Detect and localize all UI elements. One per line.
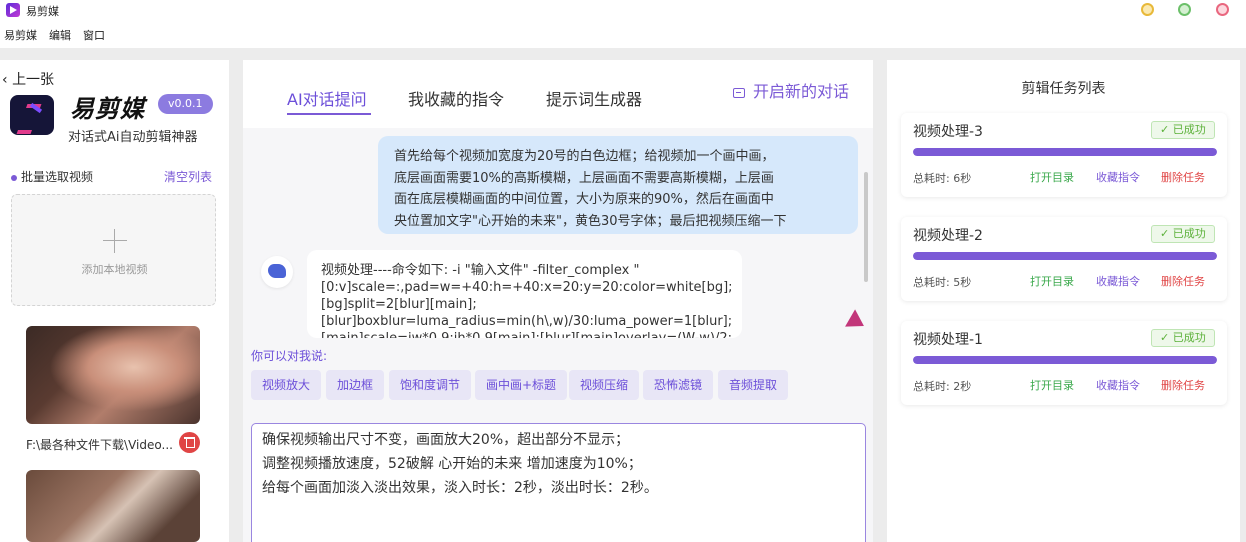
suggestion-chip[interactable]: 视频放大 xyxy=(251,370,322,400)
minimize-button[interactable] xyxy=(1141,3,1154,16)
back-button[interactable]: ‹ 上一张 xyxy=(2,69,54,89)
prompt-input[interactable] xyxy=(251,423,866,542)
delete-task-button[interactable]: 删除任务 xyxy=(1161,169,1205,185)
suggestions-label: 你可以对我说: xyxy=(251,349,328,363)
open-folder-button[interactable]: 打开目录 xyxy=(1030,169,1074,185)
chat-scrollbar[interactable] xyxy=(864,172,868,282)
clear-list-link[interactable]: 清空列表 xyxy=(164,168,212,185)
chat-icon xyxy=(733,87,745,98)
task-name: 视频处理-2 xyxy=(913,228,983,244)
suggestion-chip[interactable]: 音频提取 xyxy=(718,370,789,400)
suggestion-chip[interactable]: 恐怖滤镜 xyxy=(643,370,714,400)
suggestion-chip[interactable]: 视频压缩 xyxy=(569,370,640,400)
task-name: 视频处理-3 xyxy=(913,124,983,140)
bot-message: 视频处理----命令如下: -i "输入文件" -filter_complex … xyxy=(307,250,742,338)
message-line: [bg]split=2[blur][main]; xyxy=(321,297,477,312)
brand-name: 易剪媒 xyxy=(70,95,145,123)
task-progress-fill xyxy=(913,148,1217,156)
video-thumbnail[interactable] xyxy=(26,470,200,542)
status-badge: ✓ 已成功 xyxy=(1151,225,1215,243)
message-line: 面在底层模糊画面的中间位置，大小为原来的90%，然后在画面中 xyxy=(394,192,774,207)
tab-prompt-generator[interactable]: 提示词生成器 xyxy=(546,86,642,110)
message-line: 首先给每个视频加宽度为20号的白色边框；给视频加一个画中画， xyxy=(394,149,775,164)
menu-window[interactable]: 窗口 xyxy=(83,27,105,43)
status-text: 已成功 xyxy=(1172,331,1206,344)
favorite-command-button[interactable]: 收藏指令 xyxy=(1096,169,1140,185)
version-badge: v0.0.1 xyxy=(158,94,213,114)
favorite-command-button[interactable]: 收藏指令 xyxy=(1096,377,1140,393)
status-badge: ✓ 已成功 xyxy=(1151,329,1215,347)
app-logo-icon xyxy=(6,3,20,17)
batch-select-text: 批量选取视频 xyxy=(21,170,94,184)
task-progress-bar xyxy=(913,356,1217,364)
back-label: 上一张 xyxy=(12,72,55,88)
message-line: [blur]boxblur=luma_radius=min(h\,w)/30:l… xyxy=(321,314,733,329)
task-name: 视频处理-1 xyxy=(913,332,983,348)
menu-edit[interactable]: 编辑 xyxy=(49,27,71,43)
task-card: 视频处理-2 ✓ 已成功 总耗时: 5秒 打开目录 收藏指令 删除任务 xyxy=(901,217,1227,301)
brand-logo xyxy=(10,95,54,135)
video-file-path: F:\最各种文件下载\Video... xyxy=(26,438,173,452)
tab-favorites[interactable]: 我收藏的指令 xyxy=(408,86,504,110)
bot-avatar-icon xyxy=(261,256,293,288)
delete-video-icon[interactable] xyxy=(179,432,200,453)
user-message: 首先给每个视频加宽度为20号的白色边框；给视频加一个画中画， 底层画面需要10%… xyxy=(378,136,858,234)
message-line: [0:v]scale=:,pad=w=+40:h=+40:x=20:y=20:c… xyxy=(321,280,733,295)
task-progress-fill xyxy=(913,356,1217,364)
suggestion-chip[interactable]: 画中画+标题 xyxy=(475,370,568,400)
task-progress-bar xyxy=(913,148,1217,156)
menu-app[interactable]: 易剪媒 xyxy=(4,27,37,43)
task-duration: 总耗时: 6秒 xyxy=(913,172,972,185)
favorite-command-button[interactable]: 收藏指令 xyxy=(1096,273,1140,289)
status-text: 已成功 xyxy=(1172,123,1206,136)
status-badge: ✓ 已成功 xyxy=(1151,121,1215,139)
task-progress-bar xyxy=(913,252,1217,260)
delete-task-button[interactable]: 删除任务 xyxy=(1161,377,1205,393)
close-button[interactable] xyxy=(1216,3,1229,16)
add-local-video-button[interactable]: 添加本地视频 xyxy=(11,194,216,306)
brand-tagline: 对话式Ai自动剪辑神器 xyxy=(68,130,198,145)
dot-icon xyxy=(11,174,17,181)
message-line: 底层画面需要10%的高斯模糊，上层画面不需要高斯模糊，上层画 xyxy=(394,170,774,186)
suggestion-chip[interactable]: 加边框 xyxy=(326,370,385,400)
maximize-button[interactable] xyxy=(1178,3,1191,16)
new-chat-button[interactable]: 开启新的对话 xyxy=(733,78,849,102)
title-bar: 易剪媒 xyxy=(0,0,1246,20)
message-line: 视频处理----命令如下: -i "输入文件" -filter_complex … xyxy=(321,263,640,278)
video-thumbnail[interactable] xyxy=(26,326,200,424)
window-title: 易剪媒 xyxy=(26,5,59,18)
message-line: 央位置加文字"心开始的未来"，黄色30号字体；最后把视频压缩一下 xyxy=(394,213,787,229)
task-duration: 总耗时: 2秒 xyxy=(913,380,972,393)
new-chat-label: 开启新的对话 xyxy=(753,82,850,101)
plus-icon xyxy=(103,229,127,253)
active-tab-indicator xyxy=(287,113,371,115)
status-text: 已成功 xyxy=(1172,227,1206,240)
task-card: 视频处理-1 ✓ 已成功 总耗时: 2秒 打开目录 收藏指令 删除任务 xyxy=(901,321,1227,405)
task-progress-fill xyxy=(913,252,1217,260)
open-folder-button[interactable]: 打开目录 xyxy=(1030,273,1074,289)
task-card: 视频处理-3 ✓ 已成功 总耗时: 6秒 打开目录 收藏指令 删除任务 xyxy=(901,113,1227,197)
menu-bar: 易剪媒 编辑 窗口 xyxy=(0,20,1246,48)
tab-ai-chat[interactable]: AI对话提问 xyxy=(287,86,367,110)
suggestion-chip[interactable]: 饱和度调节 xyxy=(389,370,472,400)
task-duration: 总耗时: 5秒 xyxy=(913,276,972,289)
task-panel-title: 剪辑任务列表 xyxy=(1021,81,1106,97)
add-local-video-label: 添加本地视频 xyxy=(81,263,148,276)
delete-task-button[interactable]: 删除任务 xyxy=(1161,273,1205,289)
open-folder-button[interactable]: 打开目录 xyxy=(1030,377,1074,393)
message-line: [main]scale=iw*0.9:ih*0.9[main];[blur][m… xyxy=(321,330,732,338)
batch-select-label: 批量选取视频 xyxy=(11,168,93,185)
